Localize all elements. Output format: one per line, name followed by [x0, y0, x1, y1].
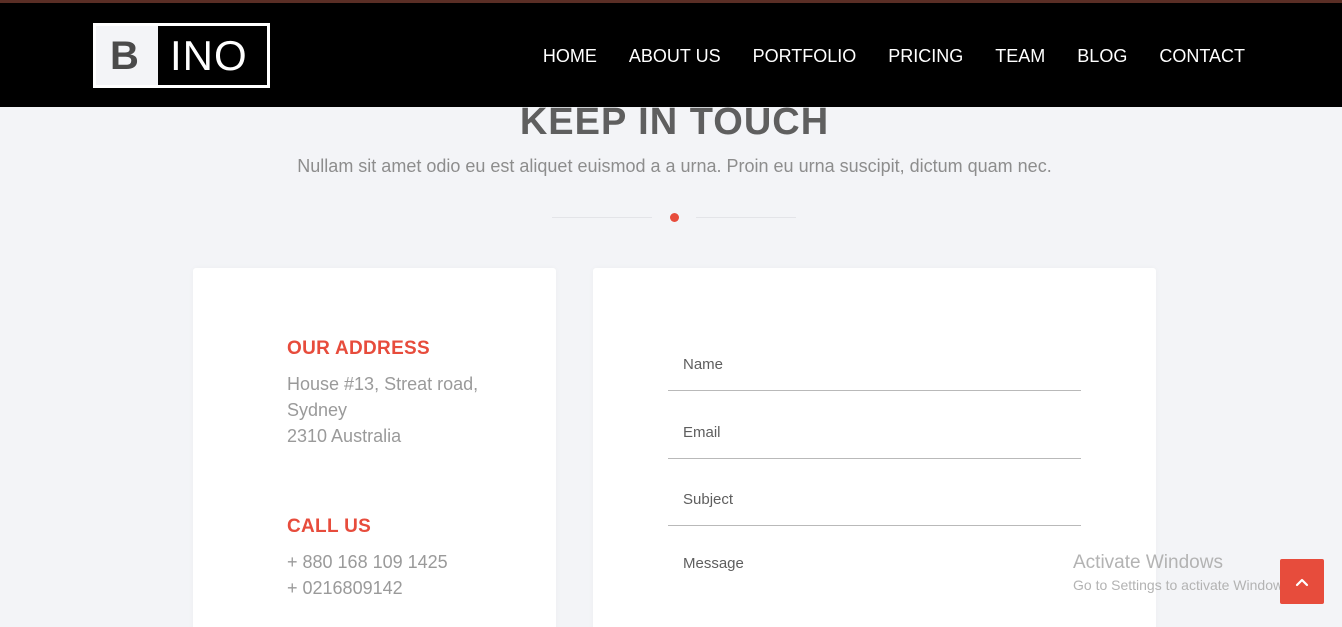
site-header: B INO HOME ABOUT US PORTFOLIO PRICING TE…	[0, 0, 1342, 107]
section-subtitle: Nullam sit amet odio eu est aliquet euis…	[297, 156, 1052, 176]
divider-line-left	[552, 217, 652, 218]
nav-about-us[interactable]: ABOUT US	[629, 46, 721, 67]
contact-info-card: OUR ADDRESS House #13, Streat road, Sydn…	[193, 268, 556, 627]
main-nav: HOME ABOUT US PORTFOLIO PRICING TEAM BLO…	[511, 46, 1245, 67]
address-line: 2310 Australia	[287, 426, 402, 446]
activate-windows-watermark: Activate Windows Go to Settings to activ…	[1073, 552, 1294, 593]
email-field-wrap	[668, 424, 1081, 459]
logo-letter: B	[110, 34, 139, 78]
name-field-wrap	[668, 356, 1081, 391]
phone-line: + 880 168 109 1425	[287, 552, 448, 572]
activate-subtitle: Go to Settings to activate Windows.	[1073, 577, 1294, 593]
site-logo[interactable]: B INO	[93, 23, 270, 88]
subject-input[interactable]	[668, 491, 1081, 508]
logo-text: INO	[158, 26, 267, 85]
message-field-wrap	[668, 555, 1081, 625]
nav-home[interactable]: HOME	[543, 46, 597, 67]
nav-blog[interactable]: BLOG	[1077, 46, 1127, 67]
nav-portfolio[interactable]: PORTFOLIO	[753, 46, 857, 67]
phone-text: + 880 168 109 1425 + 0216809142	[287, 549, 507, 601]
nav-team[interactable]: TEAM	[995, 46, 1045, 67]
email-input[interactable]	[668, 424, 1081, 441]
divider-dot	[670, 213, 679, 222]
call-title: CALL US	[287, 516, 372, 537]
chevron-up-icon	[1295, 578, 1309, 587]
address-title: OUR ADDRESS	[287, 338, 430, 359]
back-to-top-button[interactable]	[1280, 559, 1324, 604]
section-title: KEEP IN TOUCH	[519, 101, 830, 143]
divider-line-right	[696, 217, 796, 218]
nav-pricing[interactable]: PRICING	[888, 46, 963, 67]
subject-field-wrap	[668, 491, 1081, 526]
address-text: House #13, Streat road, Sydney 2310 Aust…	[287, 371, 507, 449]
name-input[interactable]	[668, 356, 1081, 373]
message-textarea[interactable]	[668, 555, 1081, 615]
contact-form-card	[593, 268, 1156, 627]
phone-line: + 0216809142	[287, 578, 403, 598]
address-line: House #13, Streat road,	[287, 374, 479, 394]
address-line: Sydney	[287, 400, 348, 420]
activate-title: Activate Windows	[1073, 552, 1223, 573]
nav-contact[interactable]: CONTACT	[1159, 46, 1245, 67]
